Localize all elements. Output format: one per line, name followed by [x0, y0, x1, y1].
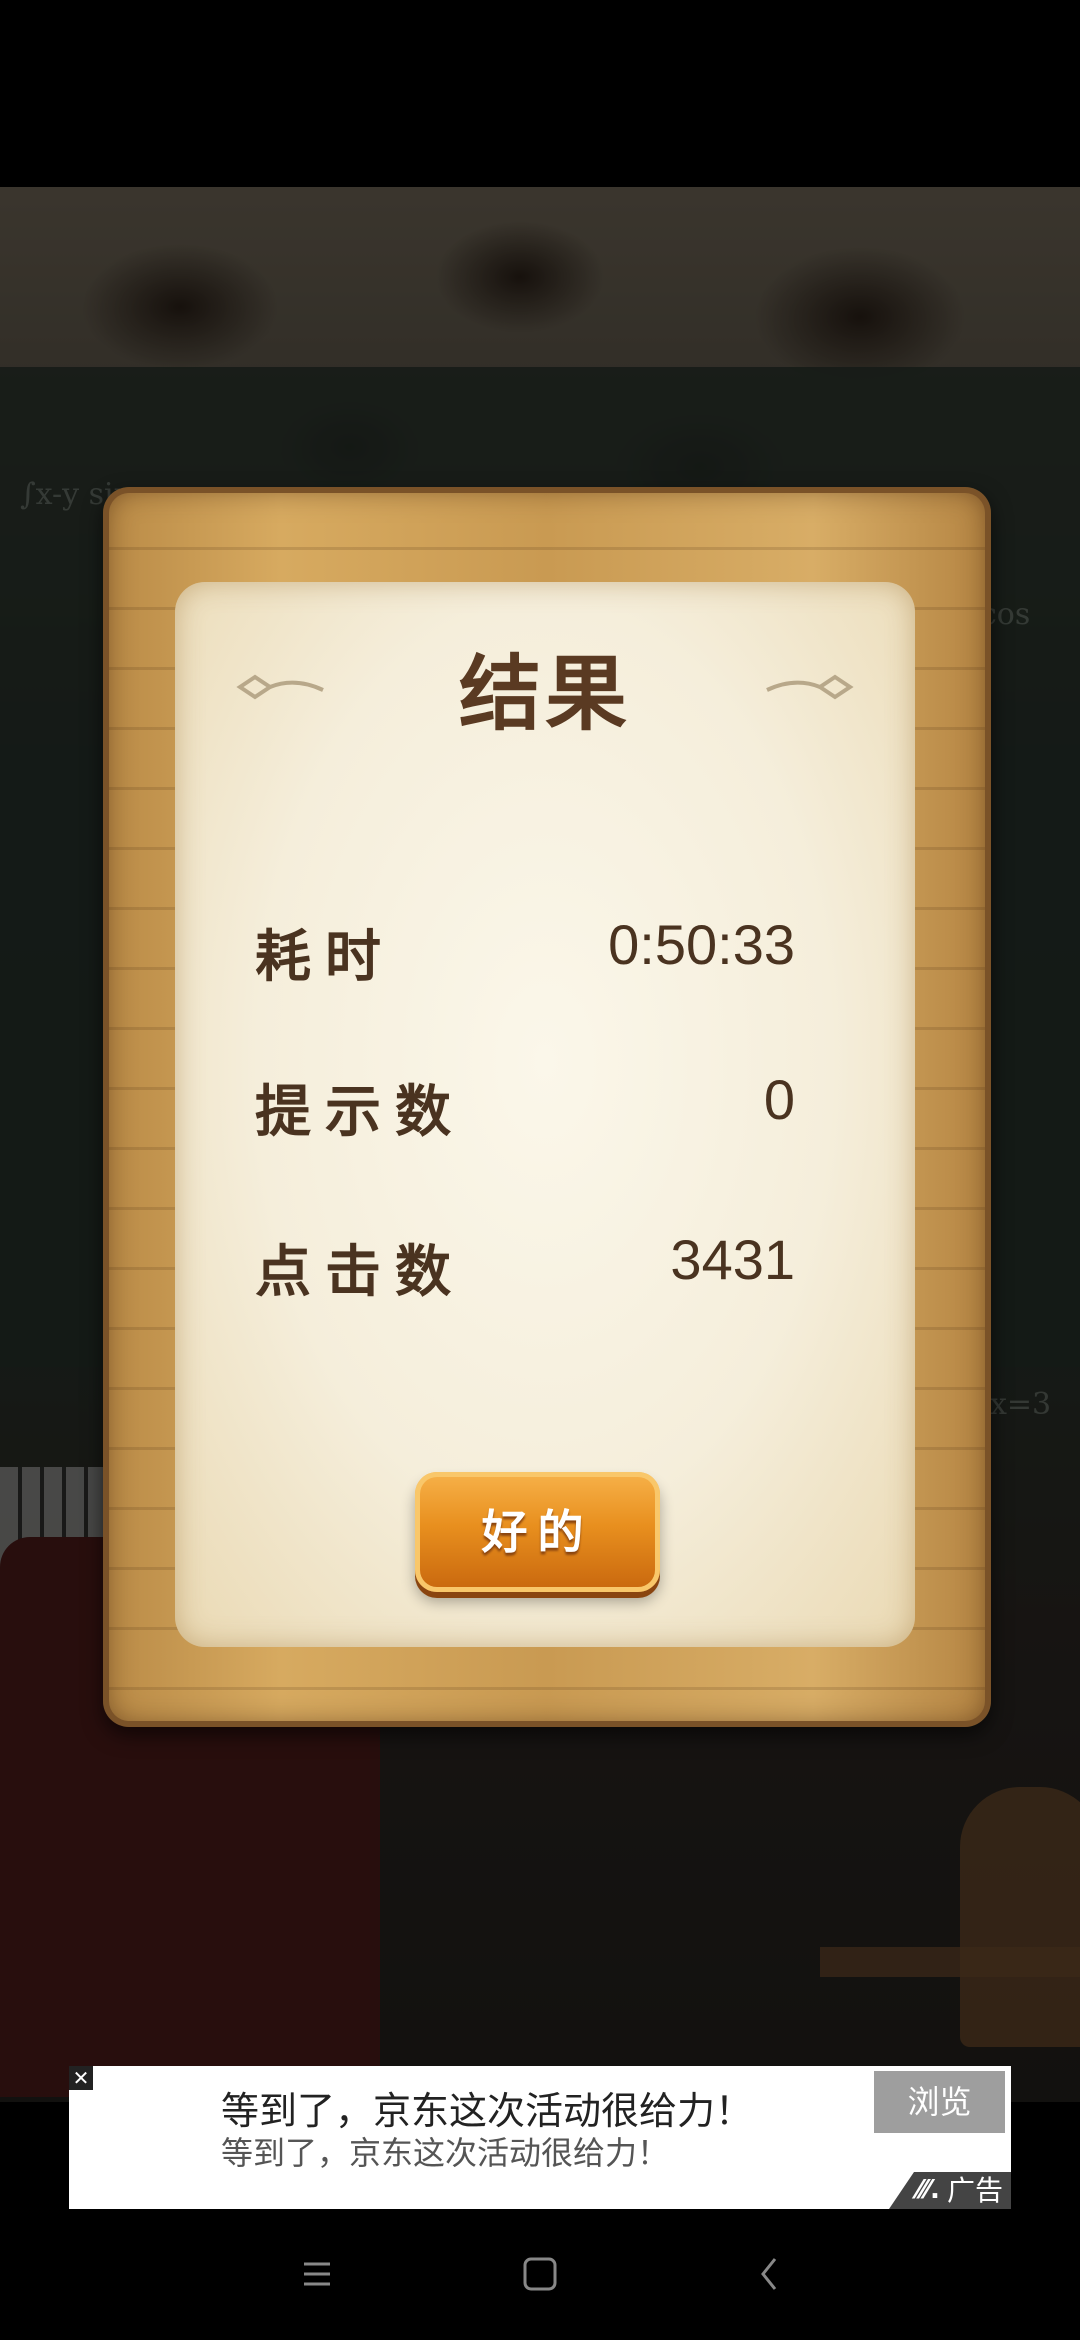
menu-icon[interactable] [292, 2249, 342, 2299]
ad-banner[interactable]: ✕ 等到了，京东这次活动很给力！ 等到了，京东这次活动很给力！ 浏览 ⁄⁄⁄. … [69, 2066, 1011, 2209]
result-dialog: 结果 耗时 0:50:33 提示数 0 点击数 3431 好的 [103, 487, 991, 1727]
clicks-label: 点击数 [255, 1240, 465, 1305]
ad-close-icon[interactable]: ✕ [69, 2066, 93, 2090]
status-bar [0, 0, 1080, 187]
ad-logo-icon: ⁄⁄⁄. [917, 2175, 940, 2205]
clicks-row: 点击数 3431 [255, 1227, 795, 1307]
result-title: 结果 [458, 647, 631, 742]
hints-value: 0 [763, 1068, 795, 1131]
back-icon[interactable] [745, 2249, 795, 2299]
ok-button[interactable]: 好的 [415, 1472, 660, 1592]
clicks-value: 3431 [670, 1228, 795, 1291]
time-row: 耗时 0:50:33 [255, 912, 795, 992]
ad-headline[interactable]: 等到了，京东这次活动很给力！ [221, 2080, 753, 2135]
time-value: 0:50:33 [608, 913, 795, 976]
hints-row: 提示数 0 [255, 1067, 795, 1147]
home-square-icon[interactable] [515, 2249, 565, 2299]
ad-browse-button[interactable]: 浏览 [874, 2071, 1005, 2133]
hints-label: 提示数 [255, 1080, 465, 1145]
navigation-bar [0, 2209, 1080, 2340]
ad-subline[interactable]: 等到了，京东这次活动很给力！ [221, 2128, 669, 2174]
time-label: 耗时 [255, 925, 395, 990]
parchment: 结果 耗时 0:50:33 提示数 0 点击数 3431 好的 [175, 582, 915, 1647]
ad-tag-label: 广告 [946, 2174, 1003, 2207]
ad-tag: ⁄⁄⁄. 广告 [889, 2172, 1011, 2209]
